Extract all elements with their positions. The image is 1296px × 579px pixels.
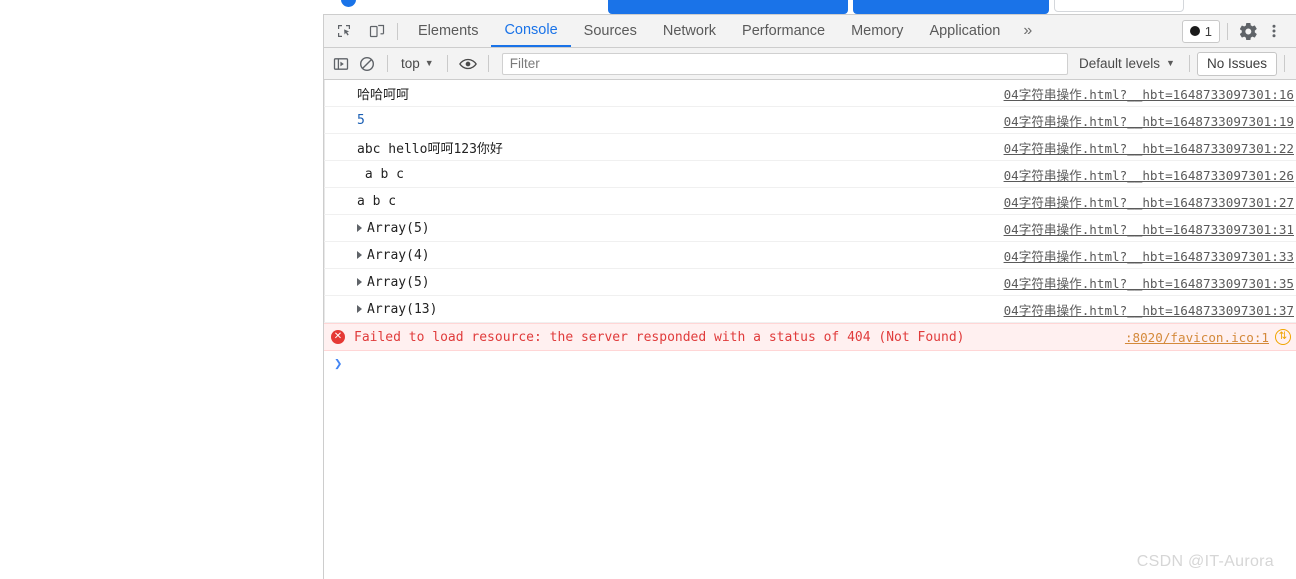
console-log-text: 哈哈呵呵 <box>357 87 410 103</box>
actions-divider <box>1227 22 1228 40</box>
browser-input-field[interactable] <box>1054 0 1184 12</box>
browser-avatar-dot <box>341 0 356 7</box>
more-tabs-chevron-icon[interactable]: » <box>1013 22 1041 40</box>
expand-triangle-icon[interactable] <box>357 305 362 313</box>
tab-memory[interactable]: Memory <box>838 15 916 47</box>
console-error-row[interactable]: ✕ Failed to load resource: the server re… <box>324 323 1296 351</box>
console-log-text: a b c <box>357 193 397 209</box>
console-toolbar-divider-3 <box>487 55 489 72</box>
clear-console-icon[interactable] <box>354 52 380 76</box>
console-log-text: abc hello呵呵123你好 <box>357 141 503 157</box>
console-log-row[interactable]: a b c 04字符串操作.html?__hbt=1648733097301:27 <box>324 188 1296 215</box>
console-log-source-link[interactable]: 04字符串操作.html?__hbt=1648733097301:33 <box>1004 246 1294 265</box>
console-log-row[interactable]: Array(13) 04字符串操作.html?__hbt=164873309730… <box>324 296 1296 323</box>
devtools-tabbar-actions: 1 <box>1181 18 1296 44</box>
console-sidebar-icon[interactable] <box>328 52 354 76</box>
tab-network[interactable]: Network <box>650 15 729 47</box>
console-log-source-link[interactable]: 04字符串操作.html?__hbt=1648733097301:22 <box>1004 138 1294 157</box>
error-count-value: 1 <box>1204 23 1212 39</box>
console-log-row[interactable]: abc hello呵呵123你好 04字符串操作.html?__hbt=16487… <box>324 134 1296 161</box>
browser-blue-button-two[interactable] <box>853 0 1049 14</box>
console-rows-container: 哈哈呵呵 04字符串操作.html?__hbt=1648733097301:16 5… <box>324 80 1296 323</box>
console-log-row[interactable]: Array(5) 04字符串操作.html?__hbt=1648733097301… <box>324 215 1296 242</box>
console-toolbar-divider-1 <box>387 55 388 72</box>
console-log-text: Array(4) <box>367 247 430 263</box>
console-log-source-link[interactable]: 04字符串操作.html?__hbt=1648733097301:16 <box>1004 84 1294 103</box>
browser-chrome-strip <box>0 0 1296 14</box>
console-log-row[interactable]: Array(5) 04字符串操作.html?__hbt=1648733097301… <box>324 269 1296 296</box>
console-log-source-link[interactable]: 04字符串操作.html?__hbt=1648733097301:35 <box>1004 273 1294 292</box>
console-log-source-link[interactable]: 04字符串操作.html?__hbt=1648733097301:37 <box>1004 300 1294 319</box>
tab-application[interactable]: Application <box>916 15 1013 47</box>
browser-blue-button-one[interactable] <box>608 0 848 14</box>
error-circle-icon: ✕ <box>331 330 345 344</box>
console-toolbar-divider-2 <box>446 55 448 72</box>
console-log-row[interactable]: Array(4) 04字符串操作.html?__hbt=1648733097301… <box>324 242 1296 269</box>
tab-elements[interactable]: Elements <box>405 15 491 47</box>
error-count-badge[interactable]: 1 <box>1181 19 1220 43</box>
console-error-text: Failed to load resource: the server resp… <box>354 329 965 345</box>
csdn-watermark: CSDN @IT-Aurora <box>1136 553 1274 570</box>
inspect-element-icon[interactable] <box>330 18 357 44</box>
console-prompt-row[interactable]: ❯ <box>324 351 1296 377</box>
no-issues-button[interactable]: No Issues <box>1196 51 1277 76</box>
tab-console[interactable]: Console <box>491 15 571 47</box>
more-options-icon[interactable] <box>1261 18 1287 44</box>
console-log-text: Array(5) <box>367 220 430 236</box>
console-message-list[interactable]: 哈哈呵呵 04字符串操作.html?__hbt=1648733097301:16 5… <box>324 80 1296 579</box>
console-log-source-link[interactable]: 04字符串操作.html?__hbt=1648733097301:19 <box>1004 111 1294 130</box>
log-levels-select[interactable]: Default levels ▼ <box>1072 53 1182 75</box>
console-log-text: Array(13) <box>367 301 438 317</box>
console-log-row[interactable]: 哈哈呵呵 04字符串操作.html?__hbt=1648733097301:16 <box>324 80 1296 107</box>
console-error-source-link[interactable]: :8020/favicon.ico:1 <box>1125 330 1269 345</box>
console-log-text: a b c <box>357 166 404 182</box>
log-levels-value: Default levels <box>1079 56 1161 71</box>
expand-triangle-icon[interactable] <box>357 224 362 232</box>
network-request-icon[interactable]: ⇅ <box>1275 329 1291 345</box>
live-expression-icon[interactable] <box>455 52 481 76</box>
console-log-text: 5 <box>357 112 365 128</box>
console-log-row[interactable]: 5 04字符串操作.html?__hbt=1648733097301:19 <box>324 107 1296 134</box>
console-toolbar-divider-4 <box>1188 55 1190 72</box>
tab-sources[interactable]: Sources <box>571 15 650 47</box>
console-log-row[interactable]: a b c 04字符串操作.html?__hbt=1648733097301:26 <box>324 161 1296 188</box>
web-page-viewport <box>0 14 323 579</box>
console-log-text: Array(5) <box>367 274 430 290</box>
error-count-dot-icon <box>1189 26 1200 36</box>
tab-performance[interactable]: Performance <box>729 15 838 47</box>
tabbar-divider <box>397 22 398 40</box>
console-log-source-link[interactable]: 04字符串操作.html?__hbt=1648733097301:27 <box>1004 192 1294 211</box>
device-toolbar-icon[interactable] <box>363 18 390 44</box>
console-log-source-link[interactable]: 04字符串操作.html?__hbt=1648733097301:26 <box>1004 165 1294 184</box>
console-log-source-link[interactable]: 04字符串操作.html?__hbt=1648733097301:31 <box>1004 219 1294 238</box>
settings-gear-icon[interactable] <box>1235 18 1261 44</box>
execution-context-value: top <box>401 56 420 71</box>
execution-context-select[interactable]: top ▼ <box>395 53 440 75</box>
expand-triangle-icon[interactable] <box>357 278 362 286</box>
devtools-tabbar: Elements Console Sources Network Perform… <box>324 15 1296 48</box>
devtools-panel: Elements Console Sources Network Perform… <box>323 14 1296 579</box>
console-filter-input[interactable] <box>501 52 1068 75</box>
chevron-down-icon: ▼ <box>424 58 434 68</box>
chevron-down-icon-levels: ▼ <box>1166 58 1175 68</box>
console-toolbar-divider-5 <box>1284 55 1285 72</box>
console-filter-toolbar: top ▼ Default levels ▼ No Issues <box>324 48 1296 80</box>
console-prompt-caret-icon: ❯ <box>334 356 343 372</box>
browser-chrome-left-pane <box>0 0 324 14</box>
expand-triangle-icon[interactable] <box>357 251 362 259</box>
